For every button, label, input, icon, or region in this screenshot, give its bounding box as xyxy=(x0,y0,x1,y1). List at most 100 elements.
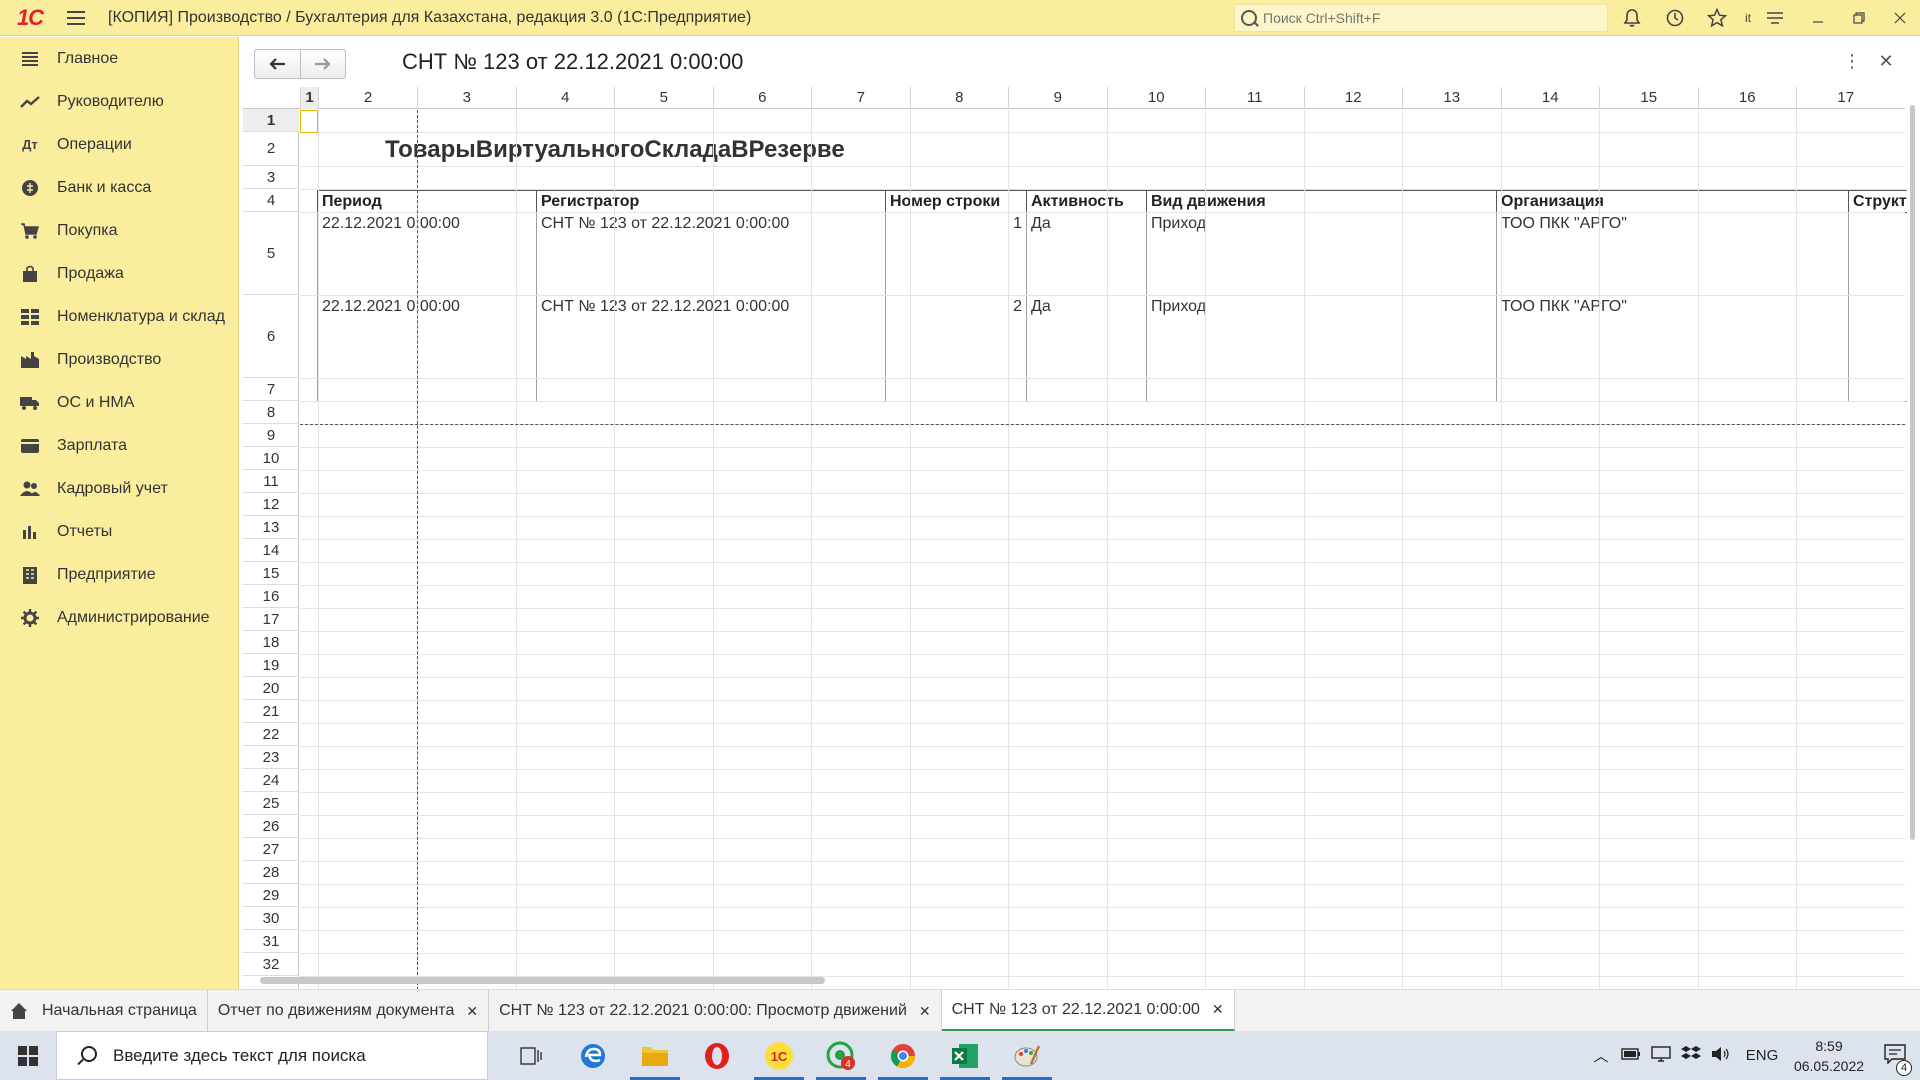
row-header[interactable]: 14 xyxy=(243,539,299,562)
row-header[interactable]: 20 xyxy=(243,677,299,700)
row-header[interactable]: 7 xyxy=(243,378,299,401)
history-icon[interactable] xyxy=(1663,6,1687,30)
row-header[interactable]: 12 xyxy=(243,493,299,516)
spreadsheet-grid[interactable]: 1 2 3 4 5 6 7 8 9 10 11 12 13 14 15 16 17 1 2 3 4 5 6 7 8 9 10 11 1… xyxy=(243,87,1907,1007)
report-cell[interactable]: 22.12.2021 0:00:00 xyxy=(317,213,536,296)
sidebar-item-enterprise[interactable]: Предприятие xyxy=(0,553,238,596)
task-view-icon[interactable] xyxy=(500,1031,562,1080)
column-header[interactable]: 10 xyxy=(1106,87,1206,109)
row-header[interactable]: 11 xyxy=(243,470,299,493)
row-header[interactable]: 8 xyxy=(243,401,299,424)
row-header[interactable]: 1 xyxy=(243,109,299,132)
row-header[interactable]: 26 xyxy=(243,815,299,838)
start-button[interactable] xyxy=(0,1031,56,1080)
tab-document[interactable]: СНТ № 123 от 22.12.2021 0:00:00 ✕ xyxy=(941,990,1235,1032)
report-cell[interactable]: Приход xyxy=(1146,213,1496,296)
taskbar-search[interactable]: Введите здесь текст для поиска xyxy=(56,1031,488,1080)
search-input[interactable] xyxy=(1263,10,1593,26)
column-header[interactable]: 15 xyxy=(1599,87,1698,109)
sidebar-item-salary[interactable]: Зарплата xyxy=(0,424,238,467)
forward-button[interactable] xyxy=(299,50,346,78)
star-icon[interactable] xyxy=(1705,6,1729,30)
paint-icon[interactable] xyxy=(996,1031,1058,1080)
row-header[interactable]: 22 xyxy=(243,723,299,746)
column-header[interactable]: 11 xyxy=(1205,87,1304,109)
sidebar-item-production[interactable]: Производство xyxy=(0,338,238,381)
battery-icon[interactable] xyxy=(1616,1047,1646,1064)
column-header[interactable]: 8 xyxy=(909,87,1009,109)
row-header[interactable]: 5 xyxy=(243,212,299,295)
sidebar-item-admin[interactable]: Администрирование xyxy=(0,596,238,639)
volume-icon[interactable] xyxy=(1706,1046,1736,1066)
close-tab-icon[interactable]: ✕ xyxy=(466,1003,478,1020)
bell-icon[interactable] xyxy=(1620,6,1644,30)
column-header[interactable]: 1 xyxy=(300,87,318,109)
column-header[interactable]: 16 xyxy=(1697,87,1797,109)
report-cell[interactable]: Да xyxy=(1026,213,1146,296)
row-header[interactable]: 10 xyxy=(243,447,299,470)
sidebar-item-operations[interactable]: Дт Операции xyxy=(0,123,238,166)
row-header[interactable]: 19 xyxy=(243,654,299,677)
1c-app-icon[interactable]: 1С xyxy=(748,1031,810,1080)
notifications-icon[interactable]: 4 xyxy=(1870,1043,1920,1076)
row-header[interactable]: 3 xyxy=(243,166,299,189)
column-header[interactable]: 7 xyxy=(811,87,910,109)
report-cell[interactable]: 22.12.2021 0:00:00 xyxy=(317,296,536,379)
app-logo[interactable]: 1С xyxy=(4,0,56,36)
back-button[interactable] xyxy=(255,50,300,78)
row-header[interactable]: 24 xyxy=(243,769,299,792)
column-header[interactable]: 2 xyxy=(318,87,417,109)
close-tab-icon[interactable]: ✕ xyxy=(1212,1001,1224,1018)
selected-cell[interactable] xyxy=(300,110,318,133)
sidebar-item-purchase[interactable]: Покупка xyxy=(0,209,238,252)
row-header[interactable]: 29 xyxy=(243,884,299,907)
row-header[interactable]: 16 xyxy=(243,585,299,608)
clock[interactable]: 8:59 06.05.2022 xyxy=(1788,1036,1870,1076)
column-header[interactable]: 6 xyxy=(712,87,812,109)
row-header[interactable]: 4 xyxy=(243,189,299,212)
report-cell[interactable]: Приход xyxy=(1146,296,1496,379)
vertical-scrollbar[interactable] xyxy=(1907,105,1917,965)
excel-icon[interactable] xyxy=(934,1031,996,1080)
row-header[interactable]: 6 xyxy=(243,295,299,378)
network-icon[interactable] xyxy=(1646,1045,1676,1066)
opera-icon[interactable] xyxy=(686,1031,748,1080)
row-header[interactable]: 9 xyxy=(243,424,299,447)
language-indicator[interactable]: ENG xyxy=(1736,1047,1788,1064)
tab-movement-report[interactable]: Отчет по движениям документа ✕ xyxy=(208,990,490,1032)
minimize-icon[interactable] xyxy=(1806,6,1830,30)
close-form-icon[interactable]: ✕ xyxy=(1876,51,1896,75)
info-icon[interactable]: it xyxy=(1736,6,1760,30)
column-header[interactable]: 3 xyxy=(417,87,516,109)
row-header[interactable]: 27 xyxy=(243,838,299,861)
row-header[interactable]: 13 xyxy=(243,516,299,539)
row-header[interactable]: 30 xyxy=(243,907,299,930)
report-cell[interactable]: СНТ № 123 от 22.12.2021 0:00:00 xyxy=(536,213,885,296)
tab-movements-view[interactable]: СНТ № 123 от 22.12.2021 0:00:00: Просмот… xyxy=(489,990,942,1032)
main-menu-icon[interactable] xyxy=(56,0,96,36)
report-cell[interactable]: 2 xyxy=(885,296,1026,379)
row-header[interactable]: 18 xyxy=(243,631,299,654)
column-header[interactable]: 13 xyxy=(1402,87,1501,109)
sidebar-item-reports[interactable]: Отчеты xyxy=(0,510,238,553)
column-header[interactable]: 9 xyxy=(1008,87,1107,109)
settings-list-icon[interactable] xyxy=(1763,6,1787,30)
chrome-icon[interactable] xyxy=(872,1031,934,1080)
column-header[interactable]: 5 xyxy=(614,87,713,109)
report-cell[interactable]: 1 xyxy=(885,213,1026,296)
sidebar-item-manager[interactable]: Руководителю xyxy=(0,80,238,123)
row-header[interactable]: 2 xyxy=(243,132,299,166)
more-actions-icon[interactable]: ⋮ xyxy=(1842,51,1862,75)
column-header[interactable]: 17 xyxy=(1796,87,1895,109)
row-header[interactable]: 31 xyxy=(243,930,299,953)
dropbox-icon[interactable] xyxy=(1676,1045,1706,1067)
row-header[interactable]: 17 xyxy=(243,608,299,631)
report-cell[interactable] xyxy=(1848,296,1907,379)
window-close-icon[interactable] xyxy=(1888,6,1912,30)
close-tab-icon[interactable]: ✕ xyxy=(919,1003,931,1020)
row-header[interactable]: 28 xyxy=(243,861,299,884)
restore-icon[interactable] xyxy=(1847,6,1871,30)
whatsapp-icon[interactable]: 4 xyxy=(810,1031,872,1080)
sidebar-item-nomenclature[interactable]: Номенклатура и склад xyxy=(0,295,238,338)
sidebar-item-fixed-assets[interactable]: ОС и НМА xyxy=(0,381,238,424)
